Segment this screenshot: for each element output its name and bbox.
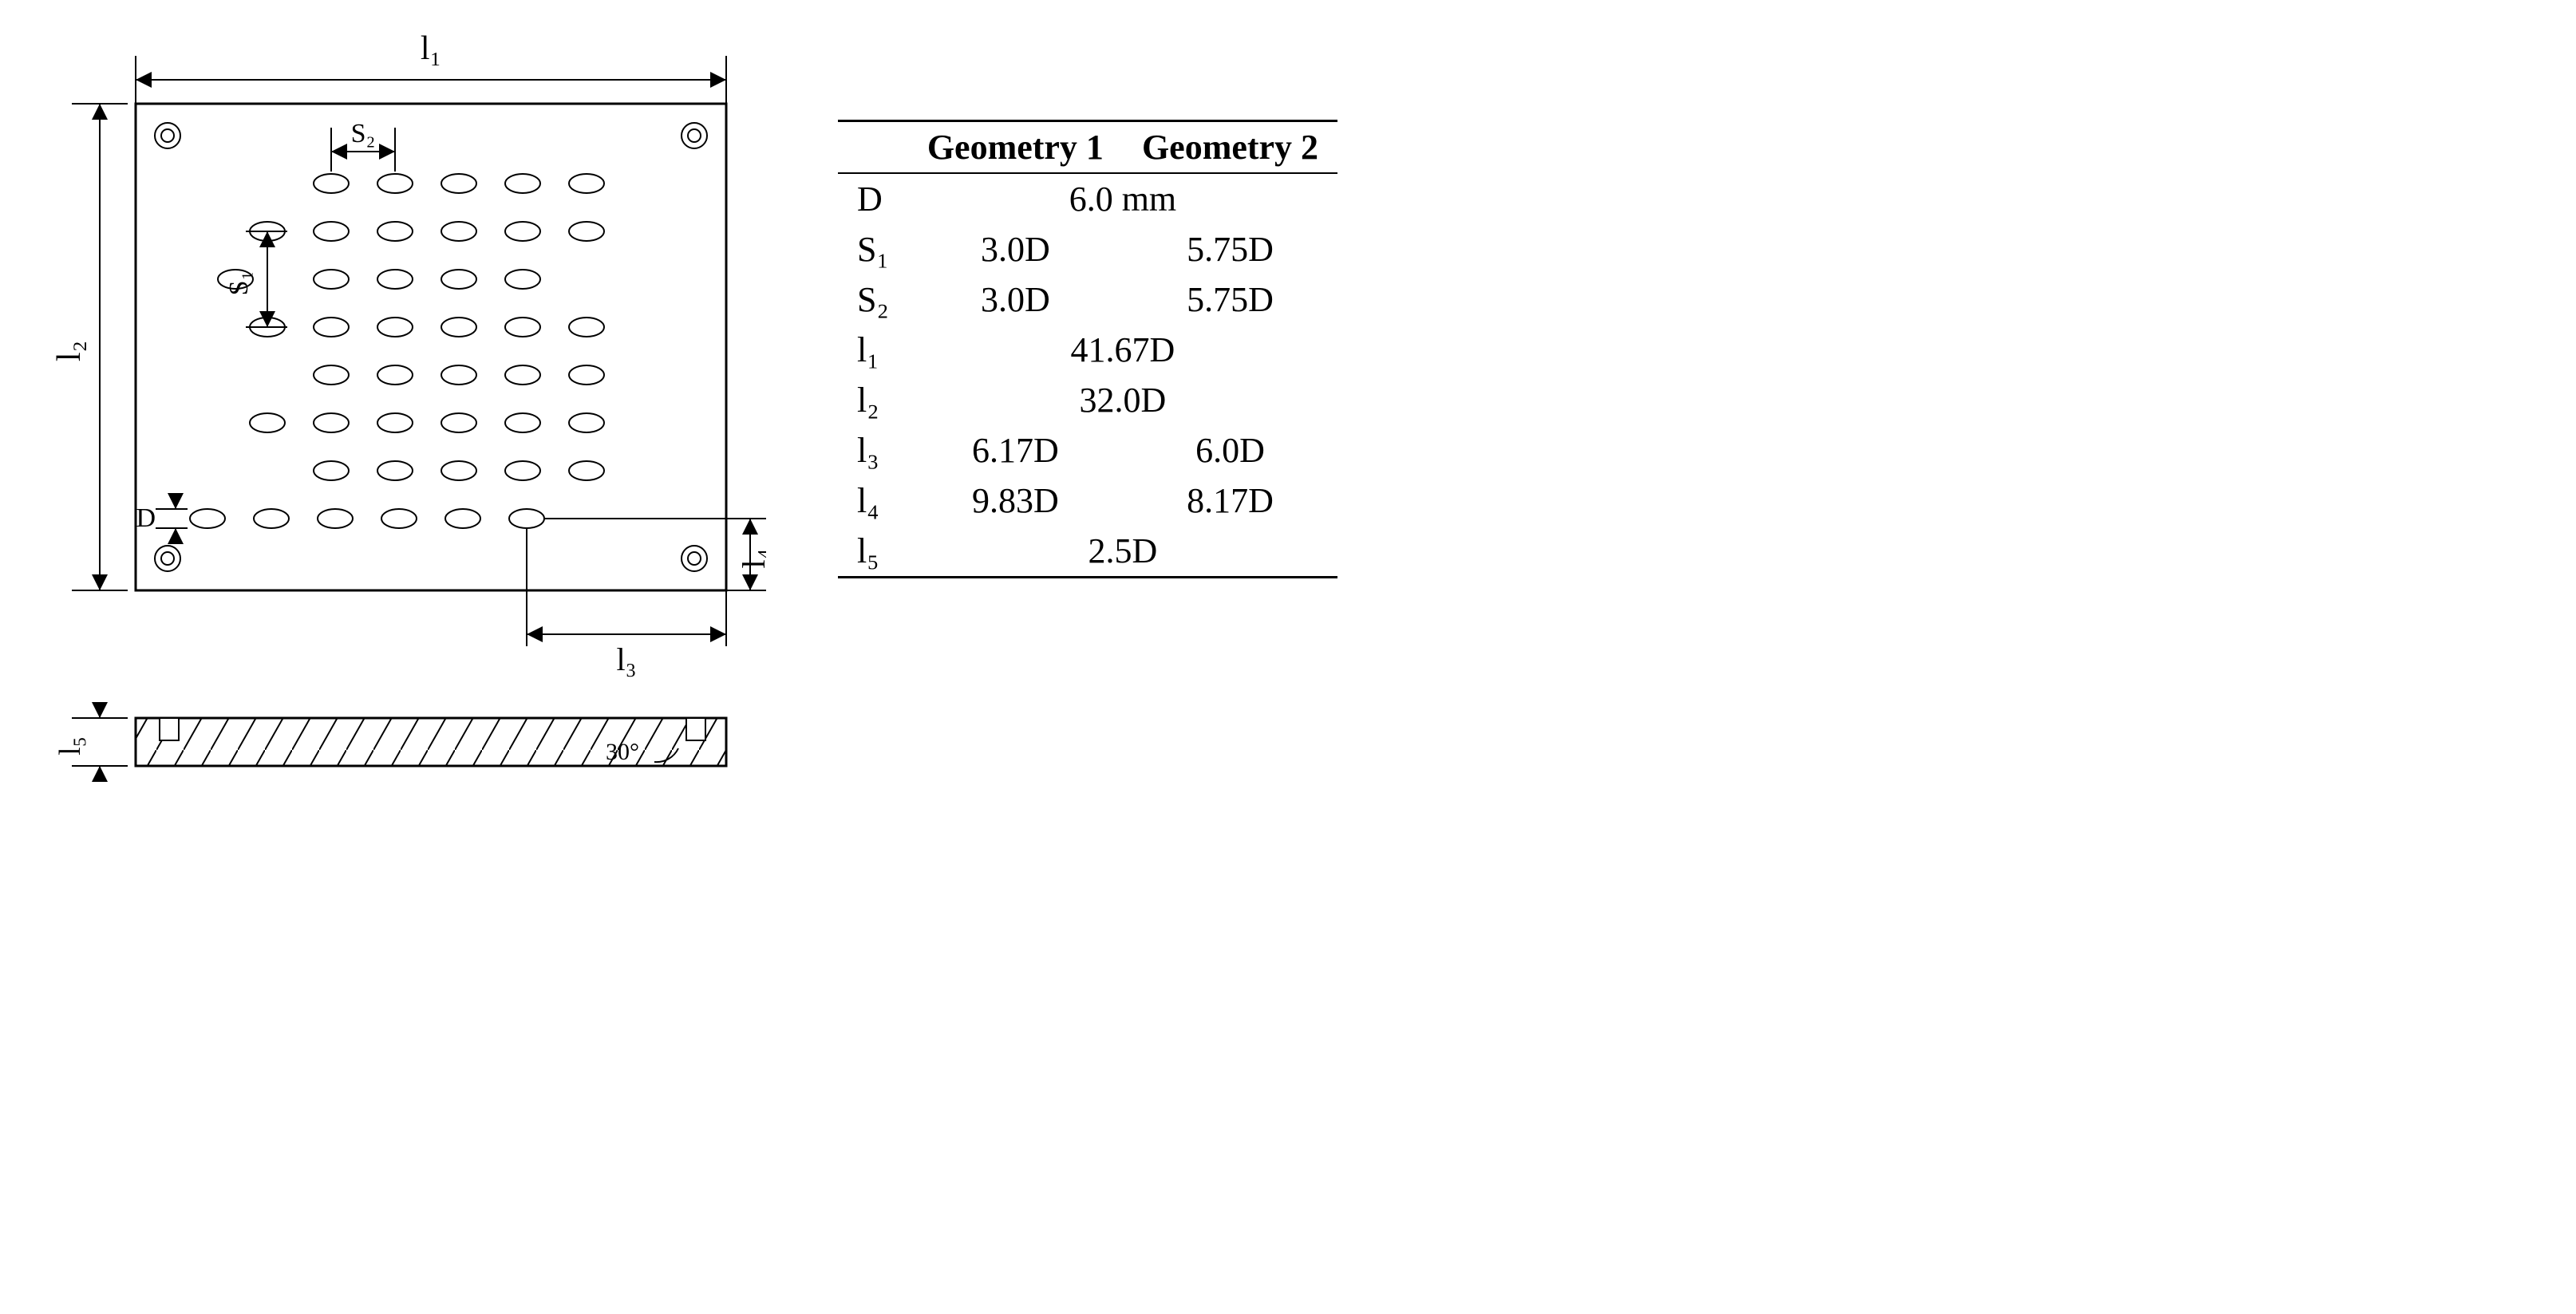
label-angle: 30° xyxy=(606,739,639,765)
table-header-g2: Geometry 2 xyxy=(1123,121,1337,174)
table-row: l₅ 2.5D xyxy=(838,526,1337,578)
label-S1: S₁ xyxy=(224,271,254,296)
table-row: S₁ 3.0D 5.75D xyxy=(838,224,1337,274)
table-header-g1: Geometry 1 xyxy=(908,121,1123,174)
table-row: l₂ 32.0D xyxy=(838,375,1337,425)
table-row: S₂ 3.0D 5.75D xyxy=(838,274,1337,325)
table-row: l₁ 41.67D xyxy=(838,325,1337,375)
engineering-drawing: l₁ l₂ xyxy=(48,32,766,786)
table-row: l₃ 6.17D 6.0D xyxy=(838,425,1337,475)
label-S2: S₂ xyxy=(351,119,376,148)
label-l5: l₅ xyxy=(53,736,87,756)
label-l3: l₃ xyxy=(616,641,636,677)
label-D: D xyxy=(136,503,156,533)
table-row: l₄ 9.83D 8.17D xyxy=(838,475,1337,526)
label-l1: l₁ xyxy=(421,32,441,67)
geometry-table: Geometry 1 Geometry 2 D 6.0 mm S₁ 3.0D 5… xyxy=(838,120,1337,578)
table-row: D 6.0 mm xyxy=(838,173,1337,224)
section-view: 30° xyxy=(136,718,726,766)
table-header-param xyxy=(838,121,908,174)
label-l2: l₂ xyxy=(51,341,88,361)
label-l4: l₄ xyxy=(736,548,766,568)
